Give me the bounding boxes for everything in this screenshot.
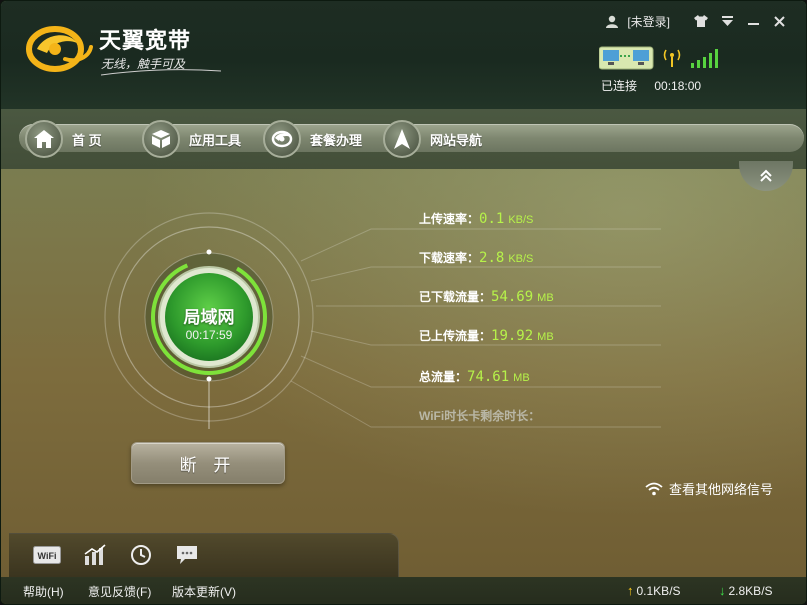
download-rate-unit: KB/S (508, 253, 534, 265)
dial-timer: 00:17:59 (185, 328, 233, 342)
uploaded-traffic-value: 19.92 (491, 328, 534, 344)
status-bar: 帮助(H) 意见反馈(F) 版本更新(V) ↑ 0.1KB/S ↓ 2.8KB/… (1, 577, 806, 604)
box-icon (142, 120, 180, 158)
navigation-arrow-icon (383, 120, 421, 158)
upload-speed-indicator: ↑ 0.1KB/S (627, 583, 681, 598)
double-chevron-up-icon (760, 169, 772, 182)
help-menu[interactable]: 帮助(H) (23, 583, 64, 600)
upload-arrow-icon: ↑ (627, 583, 634, 598)
downloaded-traffic-unit: MB (537, 292, 554, 304)
wireless-antenna-icon (663, 49, 681, 67)
collapse-button[interactable] (739, 161, 793, 191)
svg-text:WiFi: WiFi (38, 551, 57, 561)
uploaded-traffic-label: 已上传流量： (419, 329, 492, 343)
downloaded-traffic-value: 54.69 (491, 289, 534, 305)
download-arrow-icon: ↓ (719, 583, 726, 598)
connection-status: 已连接 00:18:00 (601, 77, 715, 94)
update-menu[interactable]: 版本更新(V) (172, 583, 236, 600)
total-traffic-value: 74.61 (467, 369, 510, 385)
download-rate-label: 下载速率： (419, 251, 480, 265)
telecom-logo-icon (263, 120, 301, 158)
nav-label-home: 首 页 (72, 132, 102, 148)
clock-gauge-icon (131, 545, 151, 565)
china-telecom-logo (26, 26, 93, 72)
nav-item-site-nav[interactable]: 网站导航 (383, 117, 482, 161)
line-chart-icon (84, 544, 106, 565)
wifi-tool-button[interactable]: WiFi (33, 542, 61, 568)
nav-label-plans: 套餐办理 (310, 132, 363, 148)
close-button[interactable] (766, 11, 792, 31)
messages-button[interactable] (173, 542, 201, 568)
login-link[interactable]: [未登录] (627, 13, 670, 30)
network-type-label: 局域网 (183, 308, 235, 327)
stats-leader-lines (290, 228, 661, 428)
network-connected-icon (599, 46, 654, 70)
uploaded-traffic: 已上传流量：19.92 MB (419, 327, 554, 344)
disconnect-button[interactable]: 断 开 (131, 442, 285, 484)
home-icon (25, 120, 63, 158)
chat-bubble-icon (177, 546, 197, 564)
total-traffic: 总流量：74.61 MB (419, 368, 530, 385)
view-other-networks-label: 查看其他网络信号 (669, 482, 774, 497)
wifi-remaining-label: WiFi时长卡剩余时长： (419, 409, 541, 423)
upload-speed-value: 0.1KB/S (636, 583, 681, 598)
signal-strength-icon (691, 49, 718, 68)
download-rate-value: 2.8 (479, 250, 505, 266)
upload-rate-unit: KB/S (508, 214, 534, 226)
minimize-button[interactable] (740, 11, 766, 31)
wifi-icon (645, 482, 663, 495)
wifi-badge-icon: WiFi (33, 546, 61, 564)
nav-item-plans[interactable]: 套餐办理 (263, 117, 362, 161)
menu-dropdown-icon[interactable] (714, 11, 740, 31)
upload-rate-value: 0.1 (479, 211, 505, 227)
slogan-swoosh-decoration (101, 69, 221, 76)
nav-label-tools: 应用工具 (189, 132, 242, 148)
speed-test-button[interactable] (127, 542, 155, 568)
total-traffic-label: 总流量： (419, 370, 468, 384)
upload-rate: 上传速率：0.1 KB/S (419, 210, 533, 227)
app-window: 天翼宽带 无线，触手可及 [未登录] 已连接 00:18:00 首 页 应用工具… (0, 0, 807, 605)
download-rate: 下载速率：2.8 KB/S (419, 249, 533, 266)
downloaded-traffic-label: 已下载流量： (419, 290, 492, 304)
skin-icon[interactable] (688, 11, 714, 31)
downloaded-traffic: 已下载流量：54.69 MB (419, 288, 554, 305)
wifi-remaining-time: WiFi时长卡剩余时长： (419, 407, 540, 424)
view-other-networks-link[interactable]: 查看其他网络信号 (645, 479, 773, 498)
connection-elapsed: 00:18:00 (654, 79, 702, 93)
connection-status-icons (599, 46, 718, 70)
user-icon[interactable] (601, 11, 623, 31)
app-title: 天翼宽带 (99, 29, 192, 54)
uploaded-traffic-unit: MB (537, 331, 554, 343)
upload-rate-label: 上传速率： (419, 212, 480, 226)
feedback-menu[interactable]: 意见反馈(F) (88, 583, 151, 600)
total-traffic-unit: MB (513, 372, 530, 384)
title-bar-controls: [未登录] (601, 11, 792, 31)
download-speed-indicator: ↓ 2.8KB/S (719, 583, 773, 598)
nav-item-tools[interactable]: 应用工具 (142, 117, 241, 161)
header: 天翼宽带 无线，触手可及 [未登录] 已连接 00:18:00 (1, 1, 806, 109)
nav-label-site-nav: 网站导航 (430, 132, 483, 148)
traffic-chart-button[interactable] (81, 542, 109, 568)
nav-item-home[interactable]: 首 页 (25, 117, 102, 161)
quick-tools-panel: WiFi (9, 533, 399, 577)
connection-state: 已连接 (601, 79, 638, 93)
download-speed-value: 2.8KB/S (728, 583, 773, 598)
main-nav: 首 页 应用工具 套餐办理 网站导航 (1, 109, 806, 169)
